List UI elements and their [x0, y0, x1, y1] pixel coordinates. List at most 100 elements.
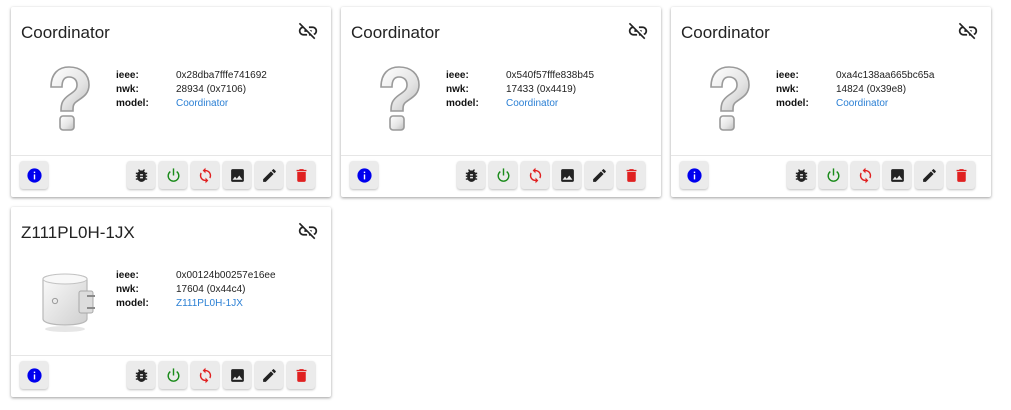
- device-properties: ieee: 0x00124b00257e16ee nwk: 17604 (0x44c…: [116, 269, 276, 311]
- image-button[interactable]: [223, 161, 251, 189]
- device-title: Coordinator: [351, 23, 440, 42]
- trash-icon: [956, 168, 966, 182]
- link-off-icon: [298, 22, 318, 40]
- info-button[interactable]: [680, 161, 708, 189]
- device-title: Coordinator: [21, 23, 110, 42]
- power-icon: [827, 167, 839, 182]
- rename-button[interactable]: [585, 161, 613, 189]
- link-off-icon: [958, 22, 978, 40]
- power-button[interactable]: [159, 161, 187, 189]
- device-properties: ieee: 0xa4c138aa665bc65a nwk: 14824 (0x39e…: [776, 69, 934, 111]
- image-button[interactable]: [883, 161, 911, 189]
- model-label: model:: [116, 298, 149, 309]
- sync-icon: [859, 167, 871, 183]
- debug-button[interactable]: [127, 161, 155, 189]
- info-button[interactable]: [350, 161, 378, 189]
- nwk-value: 17433 (0x4419): [506, 84, 577, 95]
- delete-button[interactable]: [617, 161, 645, 189]
- nwk-label: nwk:: [116, 284, 139, 295]
- ieee-value: 0x540f57fffe838b45: [506, 70, 595, 81]
- reconfigure-button[interactable]: [521, 161, 549, 189]
- bug-icon: [465, 168, 477, 182]
- info-icon: [26, 167, 42, 183]
- card-actions: [11, 355, 331, 397]
- delete-button[interactable]: [287, 161, 315, 189]
- model-label: model:: [116, 98, 149, 109]
- model-link[interactable]: Coordinator: [176, 97, 228, 111]
- reconfigure-button[interactable]: [191, 361, 219, 389]
- model-link[interactable]: Coordinator: [506, 97, 558, 111]
- card-actions: [671, 155, 991, 197]
- trash-icon: [296, 168, 306, 182]
- rename-button[interactable]: [255, 361, 283, 389]
- model-label: model:: [776, 98, 809, 109]
- nwk-label: nwk:: [116, 84, 139, 95]
- nwk-value: 14824 (0x39e8): [836, 84, 907, 95]
- delete-button[interactable]: [287, 361, 315, 389]
- bug-icon: [795, 168, 807, 182]
- power-icon: [167, 367, 179, 382]
- device-card: Coordinator ieee: 0x28dba7fffe741692 nwk:…: [11, 7, 331, 197]
- question-mark-icon: [710, 66, 750, 131]
- device-title: Z111PL0H-1JX: [21, 223, 135, 242]
- power-button[interactable]: [489, 161, 517, 189]
- nwk-label: nwk:: [446, 84, 469, 95]
- power-icon: [497, 167, 509, 182]
- device-properties: ieee: 0x28dba7fffe741692 nwk: 28934 (0x710…: [116, 69, 267, 111]
- info-icon: [26, 367, 42, 383]
- model-link[interactable]: Coordinator: [836, 97, 888, 111]
- sync-icon: [529, 167, 541, 183]
- nwk-value: 28934 (0x7106): [176, 84, 247, 95]
- info-button[interactable]: [20, 361, 48, 389]
- reconfigure-button[interactable]: [191, 161, 219, 189]
- image-icon: [560, 168, 574, 182]
- trash-icon: [626, 168, 636, 182]
- info-icon: [356, 167, 372, 183]
- info-button[interactable]: [20, 161, 48, 189]
- pencil-icon: [262, 368, 276, 382]
- image-icon: [230, 368, 244, 382]
- question-mark-icon: [380, 66, 420, 131]
- delete-button[interactable]: [947, 161, 975, 189]
- image-icon: [230, 168, 244, 182]
- model-link[interactable]: Z111PL0H-1JX: [176, 297, 243, 311]
- power-button[interactable]: [159, 361, 187, 389]
- question-mark-icon: [50, 66, 90, 131]
- pencil-icon: [262, 168, 276, 182]
- ieee-value: 0x00124b00257e16ee: [176, 270, 276, 281]
- bug-icon: [135, 368, 147, 382]
- sync-icon: [199, 367, 211, 383]
- nwk-value: 17604 (0x44c4): [176, 284, 246, 295]
- link-off-icon: [298, 222, 318, 240]
- ieee-label: ieee:: [446, 70, 469, 81]
- reconfigure-button[interactable]: [851, 161, 879, 189]
- image-button[interactable]: [223, 361, 251, 389]
- pencil-icon: [592, 168, 606, 182]
- model-label: model:: [446, 98, 479, 109]
- ieee-label: ieee:: [776, 70, 799, 81]
- ieee-label: ieee:: [116, 70, 139, 81]
- ieee-value: 0xa4c138aa665bc65a: [836, 70, 935, 81]
- device-title: Coordinator: [681, 23, 770, 42]
- debug-button[interactable]: [787, 161, 815, 189]
- rename-button[interactable]: [255, 161, 283, 189]
- device-card: Coordinator ieee: 0xa4c138aa665bc65a nwk:…: [671, 7, 991, 197]
- link-off-icon: [628, 22, 648, 40]
- card-actions: [341, 155, 661, 197]
- smart-plug-image: [42, 273, 95, 332]
- card-actions: [11, 155, 331, 197]
- info-icon: [686, 167, 702, 183]
- device-card: Z111PL0H-1JX ieee: 0x00124b00257e16ee nwk…: [11, 207, 331, 397]
- ieee-label: ieee:: [116, 270, 139, 281]
- nwk-label: nwk:: [776, 84, 799, 95]
- rename-button[interactable]: [915, 161, 943, 189]
- pencil-icon: [922, 168, 936, 182]
- power-button[interactable]: [819, 161, 847, 189]
- device-card: Coordinator ieee: 0x540f57fffe838b45 nwk:…: [341, 7, 661, 197]
- device-properties: ieee: 0x540f57fffe838b45 nwk: 17433 (0x441…: [446, 69, 594, 111]
- debug-button[interactable]: [127, 361, 155, 389]
- debug-button[interactable]: [457, 161, 485, 189]
- image-button[interactable]: [553, 161, 581, 189]
- sync-icon: [199, 167, 211, 183]
- ieee-value: 0x28dba7fffe741692: [176, 70, 267, 81]
